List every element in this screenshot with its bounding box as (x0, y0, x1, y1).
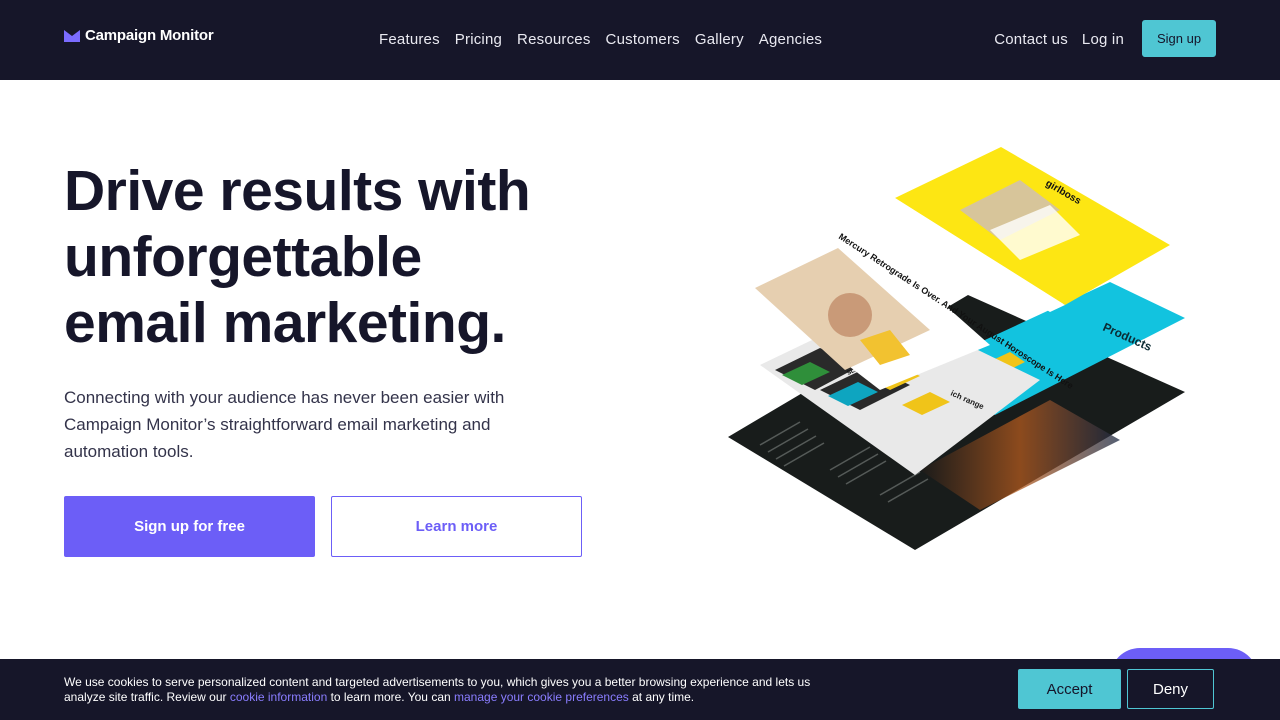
log-in-link[interactable]: Log in (1082, 31, 1124, 48)
main-menu: Features Pricing Resources Customers Gal… (379, 31, 822, 48)
logo-text: Campaign Monitor (85, 27, 214, 44)
nav-item-agencies[interactable]: Agencies (759, 31, 822, 48)
cookie-text-3: at any time. (628, 690, 695, 704)
cookie-information-link[interactable]: cookie information (230, 690, 327, 704)
hero-title-line-1: Drive results with (64, 159, 531, 223)
hero-subtitle: Connecting with your audience has never … (64, 388, 505, 461)
hero-title-line-3: email marketing. (64, 291, 506, 355)
cookie-message: We use cookies to serve personalized con… (64, 675, 824, 705)
hero-title: Drive results with unforgettable email m… (64, 158, 624, 356)
email-templates-illustration: Products ich range SLICED CHICKEN Mercur… (728, 147, 1185, 550)
cookie-preferences-link[interactable]: manage your cookie preferences (454, 690, 629, 704)
logo[interactable]: Campaign Monitor (64, 27, 214, 44)
learn-more-button[interactable]: Learn more (331, 496, 582, 557)
cookie-text-2: to learn more. You can (327, 690, 454, 704)
hero-title-line-2: unforgettable (64, 225, 422, 289)
cookie-banner: We use cookies to serve personalized con… (0, 659, 1280, 720)
nav-item-resources[interactable]: Resources (517, 31, 591, 48)
contact-us-link[interactable]: Contact us (994, 31, 1068, 48)
sign-up-for-free-button[interactable]: Sign up for free (64, 496, 315, 557)
nav-item-pricing[interactable]: Pricing (455, 31, 502, 48)
account-links: Contact us Log in (994, 31, 1124, 48)
accept-cookies-button[interactable]: Accept (1018, 669, 1121, 709)
nav-item-features[interactable]: Features (379, 31, 440, 48)
campaign-monitor-logo-icon (64, 29, 80, 42)
nav-item-customers[interactable]: Customers (606, 31, 680, 48)
top-navigation: Campaign Monitor Features Pricing Resour… (0, 0, 1280, 80)
deny-cookies-button[interactable]: Deny (1127, 669, 1214, 709)
nav-item-gallery[interactable]: Gallery (695, 31, 744, 48)
sign-up-button[interactable]: Sign up (1142, 20, 1216, 57)
